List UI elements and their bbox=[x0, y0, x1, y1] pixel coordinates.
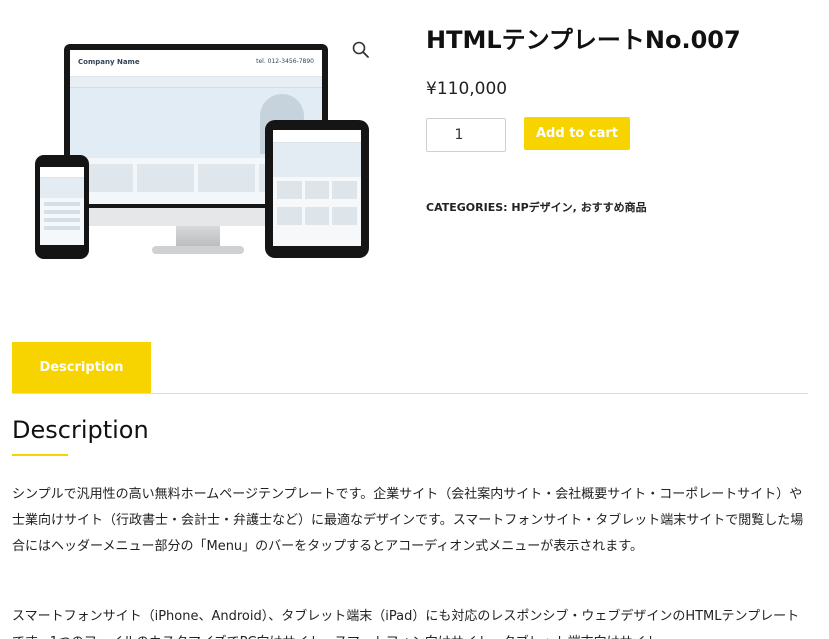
tablet-image bbox=[265, 120, 369, 258]
description-heading: Description bbox=[12, 416, 149, 444]
monitor-stand bbox=[176, 226, 220, 248]
mock-brand-text: Company Name bbox=[78, 58, 140, 66]
mock-tel-text: tel. 012-3456-7890 bbox=[256, 58, 314, 65]
product-title: HTMLテンプレートNo.007 bbox=[426, 26, 741, 54]
tablet-screen bbox=[273, 130, 361, 246]
description-paragraph: スマートフォンサイト（iPhone、Android）、タブレット端末（iPad）… bbox=[12, 609, 800, 639]
heading-underline bbox=[12, 454, 68, 456]
product-gallery[interactable]: Company Name tel. 012-3456-7890 bbox=[12, 18, 382, 288]
tab-description[interactable]: Description bbox=[12, 342, 151, 393]
product-categories: CATEGORIES: HPデザイン, おすすめ商品 bbox=[426, 199, 647, 215]
phone-screen bbox=[40, 167, 84, 245]
magnifier-icon[interactable] bbox=[351, 40, 371, 60]
tab-description-label: Description bbox=[39, 360, 124, 375]
mock-site-header: Company Name tel. 012-3456-7890 bbox=[70, 50, 322, 77]
quantity-input[interactable] bbox=[426, 118, 506, 152]
tab-divider bbox=[12, 393, 808, 394]
add-to-cart-button[interactable]: Add to cart bbox=[524, 117, 630, 150]
category-link-recommended[interactable]: おすすめ商品 bbox=[581, 201, 647, 214]
description-paragraph: シンプルで汎用性の高い無料ホームページテンプレートです。企業サイト（会社案内サイ… bbox=[12, 487, 804, 554]
category-separator: , bbox=[572, 201, 577, 214]
category-link-hp-design[interactable]: HPデザイン bbox=[511, 201, 572, 214]
monitor-stand-base bbox=[152, 246, 244, 254]
product-price: ¥110,000 bbox=[426, 79, 508, 99]
categories-label: CATEGORIES: bbox=[426, 201, 508, 214]
mock-site-nav bbox=[70, 77, 322, 88]
phone-image bbox=[35, 155, 89, 259]
product-page: Company Name tel. 012-3456-7890 HTMLテンプレ… bbox=[0, 0, 829, 639]
